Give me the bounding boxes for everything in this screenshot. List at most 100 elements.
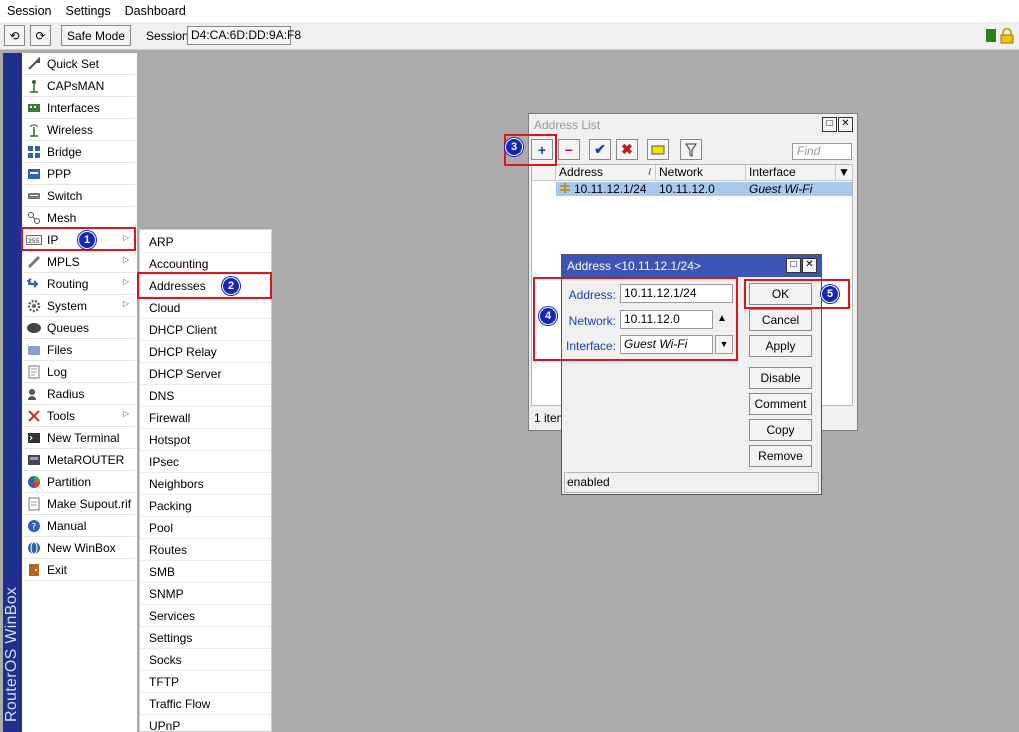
submenu-item-dhcp-client[interactable]: DHCP Client	[140, 319, 271, 341]
menu-item-make-supout[interactable]: Make Supout.rif	[24, 493, 135, 515]
submenu-item-settings[interactable]: Settings	[140, 627, 271, 649]
switch-icon	[26, 188, 42, 204]
menu-item-new-winbox[interactable]: New WinBox	[24, 537, 135, 559]
submenu-item-pool[interactable]: Pool	[140, 517, 271, 539]
menu-item-files[interactable]: Files	[24, 339, 135, 361]
cancel-button[interactable]: Cancel	[749, 309, 812, 331]
mpls-icon	[26, 254, 42, 270]
menu-item-system[interactable]: System ▷	[24, 295, 135, 317]
menu-item-metarouter[interactable]: MetaROUTER	[24, 449, 135, 471]
close-button[interactable]: ✕	[838, 117, 853, 132]
menu-item-tools[interactable]: Tools ▷	[24, 405, 135, 427]
menu-item-quick-set[interactable]: Quick Set	[24, 53, 135, 75]
menu-item-mpls[interactable]: MPLS ▷	[24, 251, 135, 273]
submenu-item-smb[interactable]: SMB	[140, 561, 271, 583]
tools-icon	[26, 408, 42, 424]
submenu-item-snmp[interactable]: SNMP	[140, 583, 271, 605]
checkmark-icon: ✔	[594, 141, 606, 157]
submenu-arrow-icon: ▷	[122, 409, 129, 418]
address-list-title: Address List	[529, 114, 857, 136]
filter-button[interactable]	[680, 139, 702, 160]
menu-label: Wireless	[47, 122, 94, 137]
column-header-blank	[532, 165, 556, 181]
highlight-addresses	[137, 272, 272, 299]
pie-icon	[26, 474, 42, 490]
submenu-item-neighbors[interactable]: Neighbors	[140, 473, 271, 495]
remove-button[interactable]: −	[558, 139, 580, 160]
close-button[interactable]: ✕	[802, 258, 817, 273]
cell-network: 10.11.12.0	[659, 182, 715, 196]
submenu-item-socks[interactable]: Socks	[140, 649, 271, 671]
menu-label: New Terminal	[47, 430, 120, 445]
menu-settings[interactable]: Settings	[58, 0, 117, 22]
folder-icon	[26, 342, 42, 358]
submenu-item-routes[interactable]: Routes	[140, 539, 271, 561]
submenu-item-traffic-flow[interactable]: Traffic Flow	[140, 693, 271, 715]
terminal-icon	[26, 430, 42, 446]
menu-label: Queues	[47, 320, 90, 335]
submenu-item-services[interactable]: Services	[140, 605, 271, 627]
menu-item-partition[interactable]: Partition	[24, 471, 135, 493]
column-header-network[interactable]: Network	[656, 165, 746, 181]
menu-session[interactable]: Session	[0, 0, 58, 22]
copy-button[interactable]: Copy	[749, 419, 812, 441]
submenu-item-dhcp-relay[interactable]: DHCP Relay	[140, 341, 271, 363]
submenu-item-hotspot[interactable]: Hotspot	[140, 429, 271, 451]
main-menu: Quick Set CAPsMAN Interfaces Wireless Br…	[22, 53, 137, 732]
menu-item-radius[interactable]: Radius	[24, 383, 135, 405]
menu-item-new-terminal[interactable]: New Terminal	[24, 427, 135, 449]
highlight-fields	[533, 277, 738, 361]
menu-item-switch[interactable]: Switch	[24, 185, 135, 207]
comment-button[interactable]: Comment	[749, 393, 812, 415]
maximize-button[interactable]: □	[822, 117, 837, 132]
menu-item-exit[interactable]: Exit	[24, 559, 135, 581]
submenu-item-upnp[interactable]: UPnP	[140, 715, 271, 732]
menu-label: Mesh	[47, 210, 77, 225]
routing-icon	[26, 276, 42, 292]
submenu-item-tftp[interactable]: TFTP	[140, 671, 271, 693]
menu-item-mesh[interactable]: Mesh	[24, 207, 135, 229]
undo-button[interactable]: ⟲	[4, 25, 25, 46]
disable-button[interactable]: Disable	[749, 367, 812, 389]
submenu-item-dns[interactable]: DNS	[140, 385, 271, 407]
remove-button[interactable]: Remove	[749, 445, 812, 467]
menu-label: PPP	[47, 166, 72, 181]
menu-label: Interfaces	[47, 100, 100, 115]
column-header-interface[interactable]: Interface	[746, 165, 836, 181]
menu-item-interfaces[interactable]: Interfaces	[24, 97, 135, 119]
comment-button[interactable]	[647, 139, 669, 160]
menu-item-wireless[interactable]: Wireless	[24, 119, 135, 141]
safe-mode-button[interactable]: Safe Mode	[61, 25, 131, 46]
maximize-button[interactable]: □	[786, 258, 801, 273]
menu-item-bridge[interactable]: Bridge	[24, 141, 135, 163]
submenu-item-dhcp-server[interactable]: DHCP Server	[140, 363, 271, 385]
submenu-item-cloud[interactable]: Cloud	[140, 297, 271, 319]
menu-item-ppp[interactable]: PPP	[24, 163, 135, 185]
submenu-item-arp[interactable]: ARP	[140, 231, 271, 253]
submenu-item-ipsec[interactable]: IPsec	[140, 451, 271, 473]
menu-item-queues[interactable]: Queues	[24, 317, 135, 339]
brand-text: RouterOS WinBox	[3, 586, 20, 722]
session-value: D4:CA:6D:DD:9A:F8	[187, 26, 301, 45]
table-row[interactable]: 10.11.12.1/24 10.11.12.0 Guest Wi-Fi	[556, 182, 852, 196]
submenu-item-packing[interactable]: Packing	[140, 495, 271, 517]
menu-item-capsman[interactable]: CAPsMAN	[24, 75, 135, 97]
redo-icon: ⟳	[35, 28, 46, 43]
redo-button[interactable]: ⟳	[30, 25, 51, 46]
minus-icon: −	[564, 141, 574, 158]
column-chooser-button[interactable]: ▼	[836, 165, 853, 181]
step-badge-2: 2	[222, 277, 240, 295]
column-header-address[interactable]: Address /	[556, 165, 656, 181]
menu-item-log[interactable]: Log	[24, 361, 135, 383]
menu-item-routing[interactable]: Routing ▷	[24, 273, 135, 295]
menu-label: Switch	[47, 188, 83, 203]
submenu-item-firewall[interactable]: Firewall	[140, 407, 271, 429]
enable-button[interactable]: ✔	[589, 139, 611, 160]
menu-label: Radius	[47, 386, 85, 401]
menu-item-manual[interactable]: ? Manual	[24, 515, 135, 537]
disable-button[interactable]: ✖	[616, 139, 638, 160]
apply-button[interactable]: Apply	[749, 335, 812, 357]
find-input[interactable]: Find	[792, 143, 852, 160]
menu-dashboard[interactable]: Dashboard	[118, 0, 193, 22]
menu-label: CAPsMAN	[47, 78, 105, 93]
